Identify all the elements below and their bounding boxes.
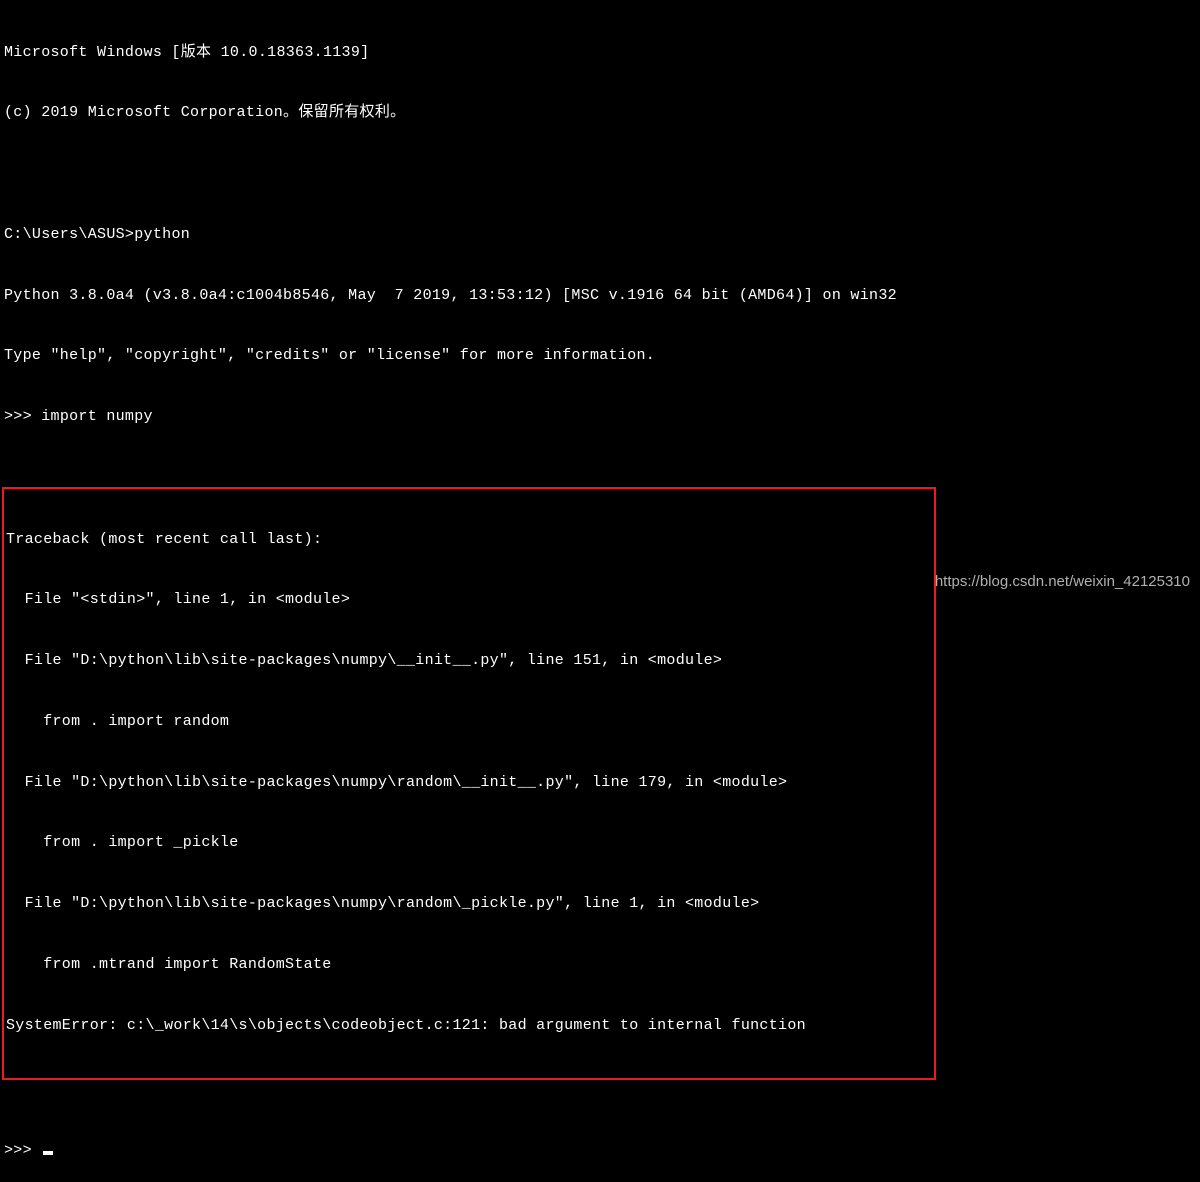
traceback-frame-loc: File "D:\python\lib\site-packages\numpy\… (6, 651, 932, 671)
traceback-frame-loc: File "<stdin>", line 1, in <module> (6, 590, 932, 610)
cwd-command-line: C:\Users\ASUS>python (4, 225, 1196, 245)
traceback-frame-loc: File "D:\python\lib\site-packages\numpy\… (6, 894, 932, 914)
traceback-frame-src: from . import random (6, 712, 932, 732)
traceback-highlight-box: Traceback (most recent call last): File … (2, 487, 936, 1080)
watermark-text: https://blog.csdn.net/weixin_42125310 (935, 572, 1190, 592)
repl-prompt: >>> (4, 408, 41, 425)
win-banner-line: Microsoft Windows [版本 10.0.18363.1139] (4, 43, 1196, 63)
python-help-line: Type "help", "copyright", "credits" or "… (4, 346, 1196, 366)
repl-command: import numpy (41, 408, 153, 425)
repl-prompt: >>> (4, 1141, 41, 1161)
cwd-prompt: C:\Users\ASUS> (4, 226, 134, 243)
traceback-header: Traceback (most recent call last): (6, 530, 932, 550)
win-copyright-line: (c) 2019 Microsoft Corporation。保留所有权利。 (4, 103, 1196, 123)
repl-prompt-line[interactable]: >>> (4, 1141, 1196, 1161)
traceback-frame-loc: File "D:\python\lib\site-packages\numpy\… (6, 773, 932, 793)
cursor-icon (43, 1151, 53, 1155)
traceback-frame-src: from .mtrand import RandomState (6, 955, 932, 975)
python-banner-line: Python 3.8.0a4 (v3.8.0a4:c1004b8546, May… (4, 286, 1196, 306)
repl-import-line: >>> import numpy (4, 407, 1196, 427)
blank-line (4, 164, 1196, 184)
shell-command: python (134, 226, 190, 243)
traceback-error: SystemError: c:\_work\14\s\objects\codeo… (6, 1016, 932, 1036)
traceback-frame-src: from . import _pickle (6, 833, 932, 853)
